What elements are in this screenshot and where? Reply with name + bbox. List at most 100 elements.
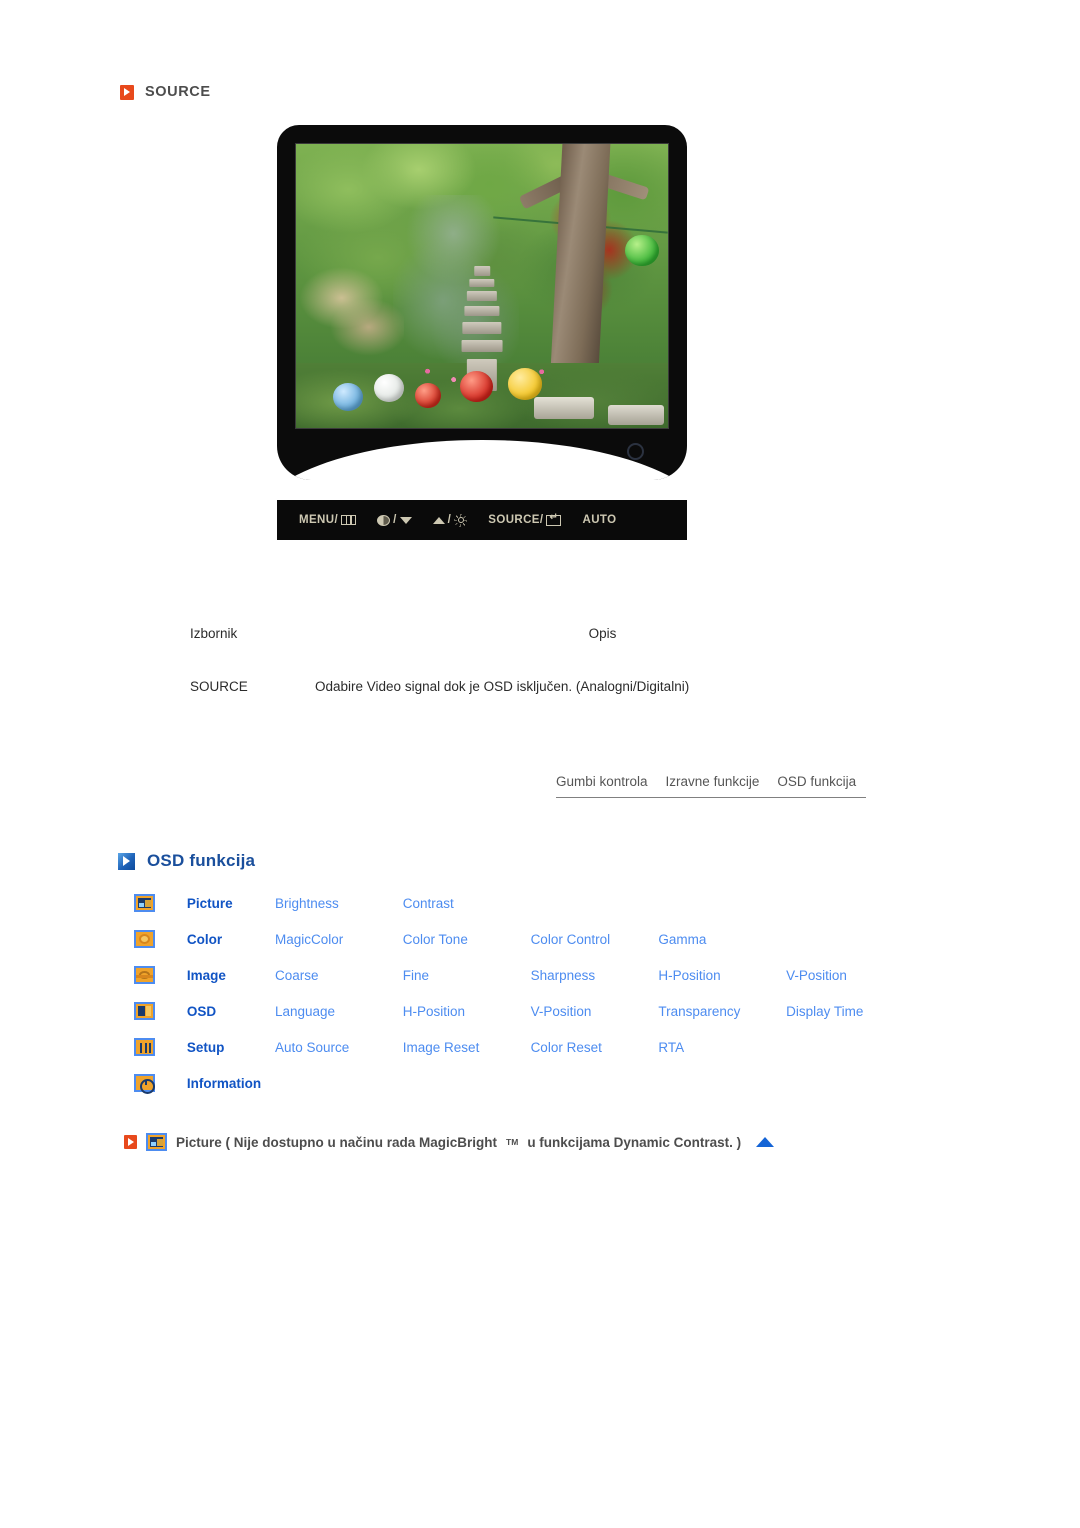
osd-item-v-position[interactable]: V-Position [531,1002,659,1038]
monitor-button-bar: MENU/ / / SOURCE/ AUTO [277,500,687,540]
lantern-red2-icon [415,382,442,409]
osd-item-transparency[interactable]: Transparency [658,1002,786,1038]
osd-item-gamma[interactable]: Gamma [658,930,786,966]
table-row: Information [134,1074,914,1110]
up-button[interactable]: / [432,514,468,527]
source-section-heading: SOURCE [120,84,211,100]
table-row: Image Coarse Fine Sharpness H-Position V… [134,966,914,1002]
column-header-menu: Izbornik [190,626,238,641]
picture-icon [146,1133,167,1151]
osd-item-h-position[interactable]: H-Position [403,1002,531,1038]
table-row: Color MagicColor Color Tone Color Contro… [134,930,914,966]
osd-item-empty [403,1074,531,1110]
osd-item-fine[interactable]: Fine [403,966,531,1002]
osd-category-information[interactable]: Information [187,1074,275,1110]
osd-item-empty [786,930,914,966]
section-nav-tabs: Gumbi kontrola Izravne funkcije OSD funk… [556,774,866,798]
up-button-label: / [447,514,452,526]
osd-category-setup[interactable]: Setup [187,1038,275,1074]
blue-arrow-bullet-icon [118,852,135,870]
osd-item-color-reset[interactable]: Color Reset [531,1038,659,1074]
menu-button-label: MENU/ [299,514,339,526]
color-icon [134,930,155,948]
down-button-label: / [393,514,397,526]
osd-category-picture[interactable]: Picture [187,894,275,930]
lantern-blue-icon [333,382,363,411]
osd-item-sharpness[interactable]: Sharpness [531,966,659,1002]
note-text-before: Picture ( Nije dostupno u načinu rada Ma… [176,1134,498,1150]
osd-row-icon-cell [134,894,187,930]
osd-row-icon-cell [134,966,187,1002]
menu-button[interactable]: MENU/ [299,514,357,526]
information-icon [134,1074,155,1094]
osd-item-empty [275,1074,403,1110]
osd-item-magiccolor[interactable]: MagicColor [275,930,403,966]
osd-row-icon-cell [134,1038,187,1074]
osd-item-empty [658,1074,786,1110]
monitor-screen [296,144,668,428]
scroll-to-top-icon[interactable] [756,1137,775,1147]
row-description: Odabire Video signal dok je OSD isključe… [315,679,690,694]
osd-item-v-position[interactable]: V-Position [786,966,914,1002]
menu-grid-icon [341,515,357,525]
osd-icon [134,1002,155,1020]
osd-item-h-position[interactable]: H-Position [658,966,786,1002]
osd-category-color[interactable]: Color [187,930,275,966]
osd-category-osd[interactable]: OSD [187,1002,275,1038]
table-row: OSD Language H-Position V-Position Trans… [134,1002,914,1038]
osd-row-icon-cell [134,930,187,966]
osd-item-empty [531,1074,659,1110]
lantern-yellow-icon [508,368,542,400]
osd-row-icon-cell [134,1002,187,1038]
osd-item-coarse[interactable]: Coarse [275,966,403,1002]
osd-funkcija-heading: OSD funkcija [118,851,255,871]
tab-izravne-funkcije[interactable]: Izravne funkcije [666,774,760,789]
power-indicator-icon [627,443,644,460]
lantern-white-icon [374,374,404,403]
image-icon [134,966,155,984]
osd-item-auto-source[interactable]: Auto Source [275,1038,403,1074]
triangle-down-icon [399,516,412,524]
osd-menu-table: Picture Brightness Contrast Color MagicC… [134,894,914,1110]
osd-item-image-reset[interactable]: Image Reset [403,1038,531,1074]
osd-row-icon-cell [134,1074,187,1110]
osd-item-empty [786,894,914,930]
source-description-table: Izbornik Opis SOURCE Odabire Video signa… [190,626,890,694]
source-button-label: SOURCE/ [488,514,544,526]
table-row: SOURCE Odabire Video signal dok je OSD i… [190,679,890,694]
osd-category-image[interactable]: Image [187,966,275,1002]
section-title: SOURCE [145,84,211,100]
osd-item-language[interactable]: Language [275,1002,403,1038]
auto-button[interactable]: AUTO [582,514,616,526]
orange-arrow-bullet-icon [120,84,134,100]
picture-availability-note: Picture ( Nije dostupno u načinu rada Ma… [124,1133,775,1151]
osd-section-title: OSD funkcija [147,851,256,870]
row-menu-name: SOURCE [190,679,248,694]
osd-item-rta[interactable]: RTA [658,1038,786,1074]
triangle-up-icon [432,516,445,524]
enter-key-icon [546,512,562,526]
source-button[interactable]: SOURCE/ [488,512,562,526]
tab-gumbi-kontrola[interactable]: Gumbi kontrola [556,774,648,789]
osd-item-brightness[interactable]: Brightness [275,894,403,930]
brightness-sun-icon [454,514,467,527]
osd-item-display-time[interactable]: Display Time [786,1002,914,1038]
note-trademark: TM [506,1137,519,1147]
table-header-row: Izbornik Opis [190,626,890,679]
garden-photo [296,144,668,428]
auto-button-label: AUTO [582,514,617,526]
orange-arrow-bullet-icon [124,1135,137,1149]
table-row: Picture Brightness Contrast [134,894,914,930]
osd-item-contrast[interactable]: Contrast [403,894,531,930]
note-text-after: u funkcijama Dynamic Contrast. ) [527,1134,742,1150]
tab-osd-funkcija[interactable]: OSD funkcija [777,774,856,789]
down-button[interactable]: / [377,514,412,526]
osd-item-empty [658,894,786,930]
osd-item-color-control[interactable]: Color Control [531,930,659,966]
osd-item-color-tone[interactable]: Color Tone [403,930,531,966]
osd-item-empty [786,1074,914,1110]
table-row: Setup Auto Source Image Reset Color Rese… [134,1038,914,1074]
osd-item-empty [786,1038,914,1074]
osd-item-empty [531,894,659,930]
monitor-bezel [277,125,687,480]
